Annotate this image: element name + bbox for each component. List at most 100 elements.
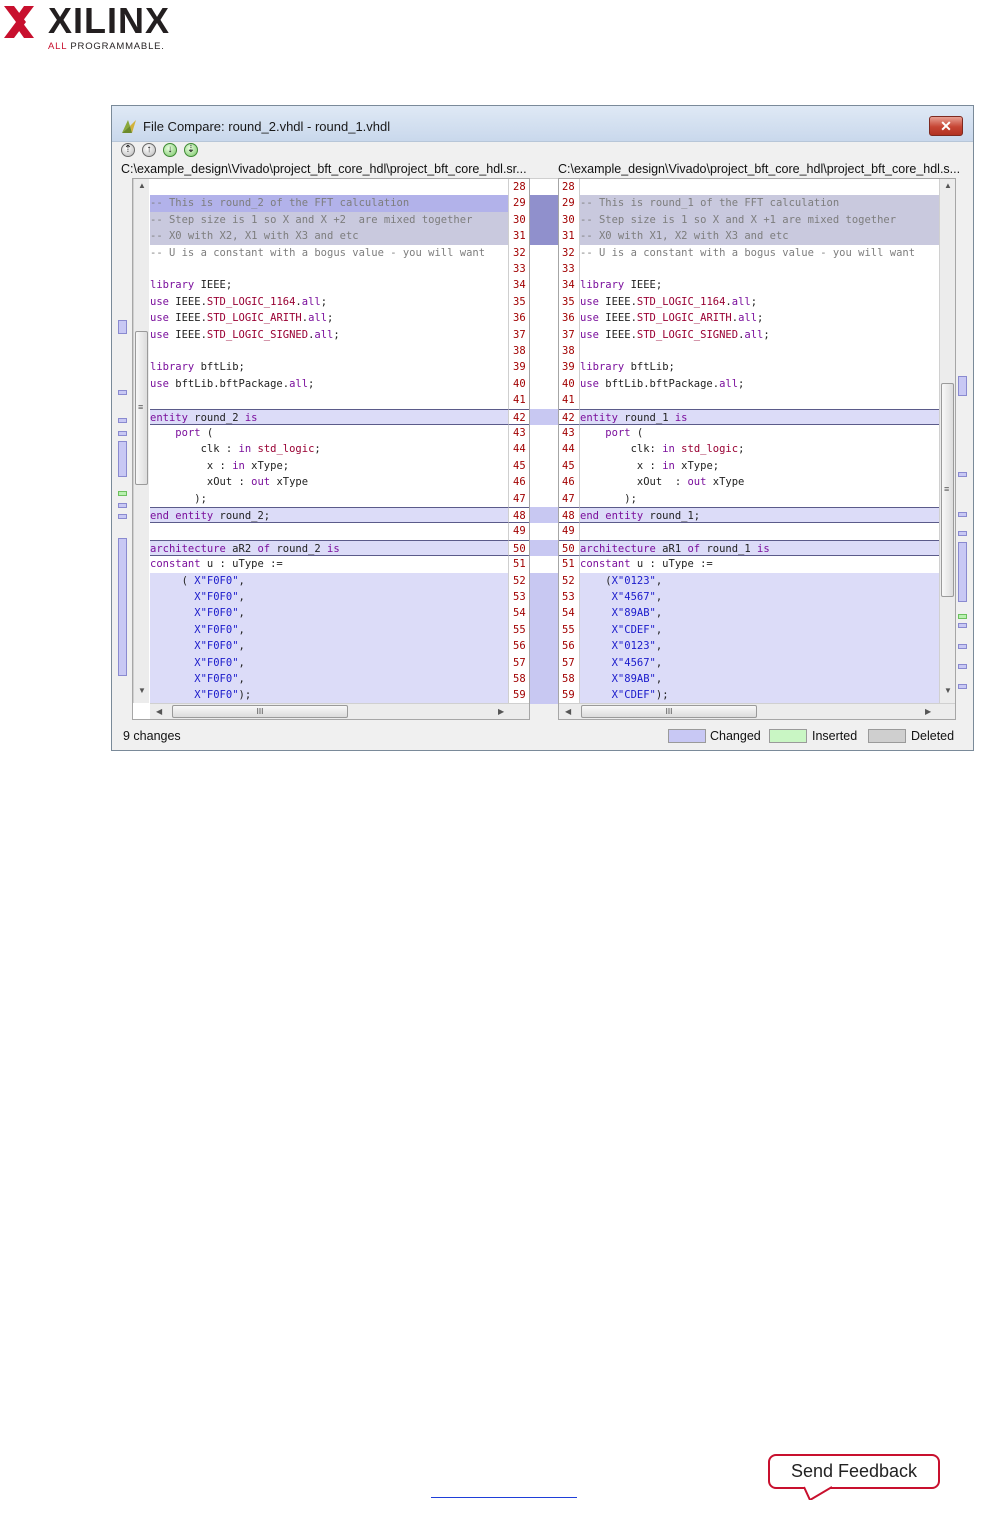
overview-marker[interactable] [118,390,127,395]
overview-marker-inserted[interactable] [118,491,127,496]
code-line[interactable]: use IEEE.STD_LOGIC_SIGNED.all; [150,327,508,343]
code-line[interactable]: use bftLib.bftPackage.all; [580,376,939,392]
code-line[interactable]: -- X0 with X2, X1 with X3 and etc [150,228,508,245]
code-line[interactable]: clk : in std_logic; [150,441,508,457]
left-code-pane[interactable]: ▲ ≡ ▼ 28 -- This is round_2 of the FFT ca… [132,178,530,720]
code-line[interactable]: xOut : out xType [150,474,508,490]
previous-difference-icon[interactable]: ↑ [142,143,156,157]
overview-marker[interactable] [958,472,967,477]
code-line[interactable]: X"F0F0", [150,605,508,622]
code-line[interactable]: (X"0123", [580,572,939,589]
code-line[interactable]: -- U is a constant with a bogus value - … [580,245,939,261]
code-line[interactable]: library bftLib; [150,359,508,375]
gutter-change[interactable] [530,507,558,523]
scroll-up-icon[interactable]: ▲ [138,181,146,190]
last-difference-icon[interactable]: ⇣ [184,143,198,157]
code-line[interactable]: x : in xType; [580,458,939,474]
first-difference-icon[interactable]: ⇡ [121,143,135,157]
overview-marker[interactable] [118,503,127,508]
code-line[interactable]: library IEEE; [580,277,939,293]
code-line[interactable] [580,523,939,539]
code-line[interactable]: X"F0F0", [150,671,508,688]
code-line[interactable]: X"CDEF", [580,621,939,639]
code-line[interactable]: constant u : uType := [150,556,508,572]
code-line[interactable]: entity round_1 is [580,408,939,425]
gutter-change[interactable] [530,540,558,556]
code-line[interactable]: architecture aR2 of round_2 is [150,539,508,557]
code-line[interactable]: x : in xType; [150,458,508,474]
code-line[interactable]: X"F0F0", [150,621,508,639]
code-line[interactable] [150,523,508,539]
gutter-change[interactable] [530,409,558,425]
code-line[interactable]: X"F0F0", [150,589,508,606]
code-line[interactable]: library IEEE; [150,277,508,293]
code-line[interactable]: -- X0 with X1, X2 with X3 and etc [580,228,939,245]
code-line[interactable] [580,179,939,195]
footer-link[interactable] [431,1484,577,1498]
gutter-change[interactable] [530,573,558,704]
code-line[interactable]: X"F0F0"); [150,687,508,704]
scroll-down-icon[interactable]: ▼ [944,686,952,695]
gutter-change-selected[interactable] [530,195,558,245]
code-line[interactable]: -- Step size is 1 so X and X +2 are mixe… [150,211,508,229]
code-line[interactable]: use IEEE.STD_LOGIC_1164.all; [580,294,939,310]
code-line[interactable] [150,343,508,359]
right-horizontal-scrollbar[interactable]: ◀ III ▶ [559,703,955,719]
code-line[interactable]: use bftLib.bftPackage.all; [150,376,508,392]
left-horizontal-scrollbar[interactable]: ◀ III ▶ [150,703,529,719]
code-line[interactable] [580,261,939,277]
code-line[interactable]: port ( [150,425,508,441]
code-line[interactable] [150,261,508,277]
scroll-up-icon[interactable]: ▲ [944,181,952,190]
code-line[interactable]: constant u : uType := [580,556,939,572]
overview-marker[interactable] [118,538,127,676]
left-overview-ruler[interactable] [118,178,128,720]
scroll-left-icon[interactable]: ◀ [156,707,162,716]
code-line[interactable]: entity round_2 is [150,408,508,425]
code-line[interactable]: X"F0F0", [150,654,508,671]
code-line[interactable]: X"0123", [580,638,939,655]
left-hscroll-thumb[interactable]: III [172,705,348,718]
overview-marker[interactable] [118,441,127,477]
scroll-right-icon[interactable]: ▶ [498,707,504,716]
scroll-left-icon[interactable]: ◀ [565,707,571,716]
overview-marker[interactable] [118,320,127,334]
overview-marker[interactable] [118,418,127,423]
code-line[interactable]: X"F0F0", [150,638,508,655]
code-line[interactable]: end entity round_1; [580,507,939,524]
overview-marker[interactable] [958,664,967,669]
code-line[interactable] [580,343,939,359]
overview-marker[interactable] [958,644,967,649]
code-line[interactable]: X"89AB", [580,605,939,622]
code-line[interactable]: use IEEE.STD_LOGIC_1164.all; [150,294,508,310]
code-line[interactable]: use IEEE.STD_LOGIC_ARITH.all; [580,310,939,326]
code-line[interactable]: use IEEE.STD_LOGIC_ARITH.all; [150,310,508,326]
right-vertical-scrollbar[interactable]: ▲ ≡ ▼ [939,179,955,703]
code-line[interactable] [150,179,508,195]
overview-marker[interactable] [958,531,967,536]
right-overview-ruler[interactable] [958,178,968,720]
overview-marker[interactable] [118,431,127,436]
next-difference-icon[interactable]: ↓ [163,143,177,157]
code-line[interactable]: X"4567", [580,589,939,606]
code-line[interactable]: ( X"F0F0", [150,572,508,589]
code-line[interactable]: X"CDEF"); [580,687,939,704]
code-line[interactable]: ); [150,491,508,507]
overview-marker[interactable] [958,684,967,689]
scroll-down-icon[interactable]: ▼ [138,686,146,695]
code-line[interactable]: -- This is round_1 of the FFT calculatio… [580,195,939,212]
right-vscroll-thumb[interactable]: ≡ [941,383,954,597]
code-line[interactable] [580,392,939,408]
left-vscroll-thumb[interactable]: ≡ [135,331,148,485]
window-titlebar[interactable]: File Compare: round_2.vhdl - round_1.vhd… [112,106,973,142]
code-line[interactable]: architecture aR1 of round_1 is [580,539,939,557]
code-line[interactable]: end entity round_2; [150,507,508,524]
left-vertical-scrollbar[interactable]: ▲ ≡ ▼ [133,179,149,703]
overview-marker[interactable] [958,623,967,628]
overview-marker[interactable] [958,542,967,602]
overview-marker[interactable] [958,512,967,517]
diff-gutter[interactable] [530,178,558,704]
code-line[interactable]: ); [580,491,939,507]
scroll-right-icon[interactable]: ▶ [925,707,931,716]
code-line[interactable]: X"89AB", [580,671,939,688]
